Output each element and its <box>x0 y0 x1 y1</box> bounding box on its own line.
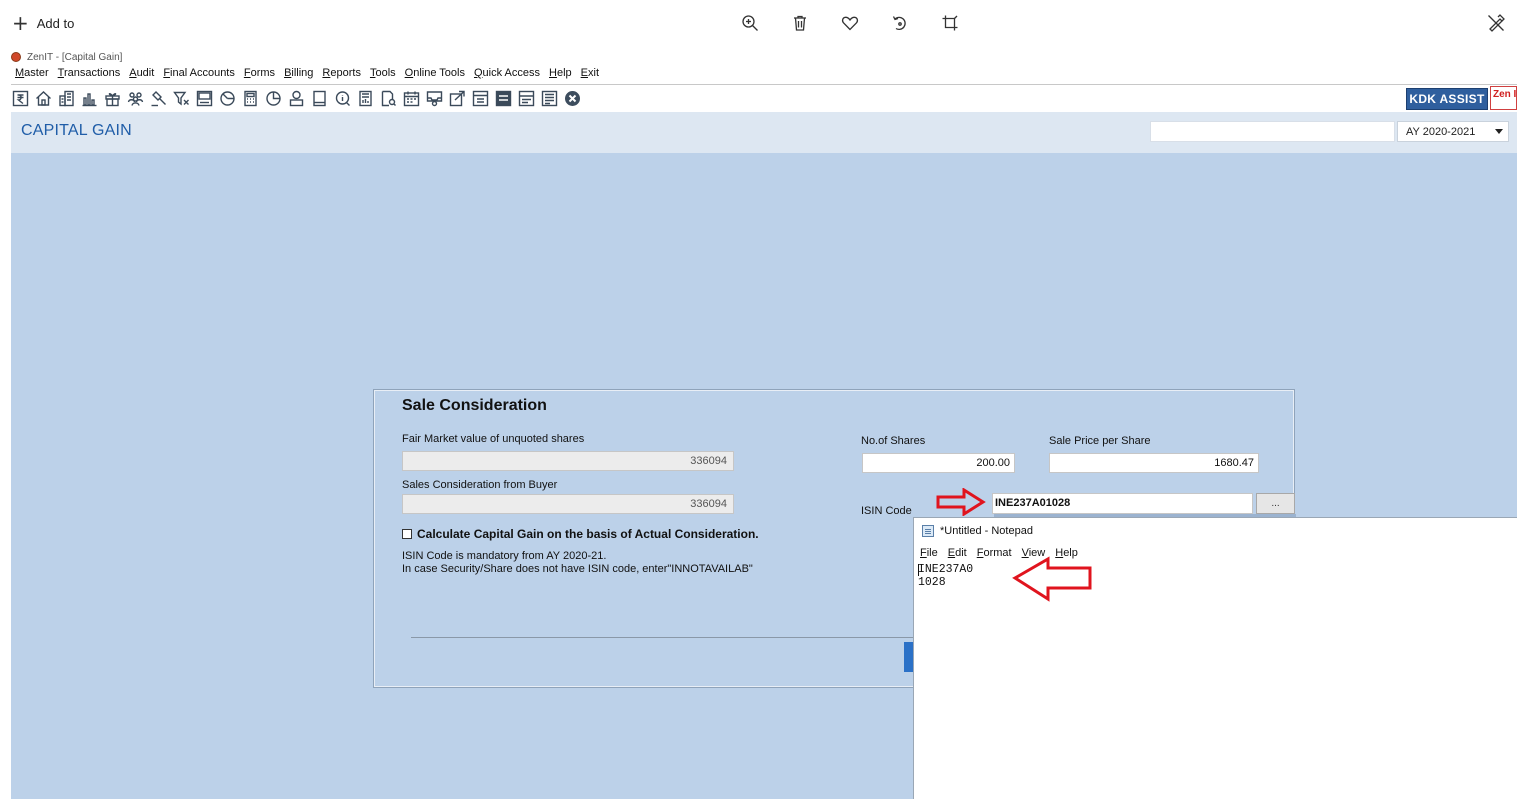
sale-price-label: Sale Price per Share <box>1049 435 1151 447</box>
menu-master[interactable]: Master <box>15 67 49 84</box>
menu-transactions[interactable]: Transactions <box>58 67 121 84</box>
info-icon[interactable] <box>334 90 351 107</box>
filter-icon[interactable] <box>173 90 190 107</box>
buyer-consideration-label: Sales Consideration from Buyer <box>402 479 558 491</box>
zenit-logo-icon <box>11 52 21 62</box>
assessment-year-value: AY 2020-2021 <box>1406 126 1476 138</box>
rotate-icon[interactable] <box>875 12 925 34</box>
bs-sch-icon[interactable] <box>495 90 512 107</box>
close-circle-icon[interactable] <box>564 90 581 107</box>
add-to-label: Add to <box>36 15 75 31</box>
menu-final-accounts[interactable]: Final Accounts <box>163 67 235 84</box>
users-icon[interactable] <box>127 90 144 107</box>
isin-note-line-2: In case Security/Share does not have ISI… <box>402 563 753 575</box>
menu-online-tools[interactable]: Online Tools <box>405 67 465 84</box>
pay-icon[interactable] <box>288 90 305 107</box>
fmv-label: Fair Market value of unquoted shares <box>402 433 585 445</box>
image-viewer-toolbar: + Add to <box>0 0 1517 46</box>
panel-title: Sale Consideration <box>402 397 547 414</box>
annotation-arrow-right-icon <box>936 488 986 516</box>
menu-divider <box>11 84 1517 85</box>
home-icon[interactable] <box>35 90 52 107</box>
sale-price-input[interactable]: 1680.47 <box>1049 453 1259 473</box>
app-toolbar <box>11 86 1517 110</box>
notepad-title: *Untitled - Notepad <box>940 525 1033 537</box>
menu-exit[interactable]: Exit <box>581 67 599 84</box>
menu-reports[interactable]: Reports <box>322 67 361 84</box>
chevron-down-icon <box>1495 129 1503 134</box>
add-to-button[interactable]: + Add to <box>12 13 74 33</box>
plus-icon: + <box>12 11 29 35</box>
zen-tab[interactable]: Zen I <box>1490 86 1517 110</box>
export-icon[interactable] <box>449 90 466 107</box>
delete-icon[interactable] <box>775 12 825 34</box>
isin-label: ISIN Code <box>861 505 912 517</box>
notepad-title-bar: *Untitled - Notepad <box>922 525 1033 537</box>
notepad-icon <box>922 525 934 537</box>
fmv-field: 336094 <box>402 451 734 471</box>
notepad-menu-edit[interactable]: Edit <box>948 547 967 559</box>
gift-icon[interactable] <box>104 90 121 107</box>
inbox-icon[interactable] <box>426 90 443 107</box>
panel-divider <box>411 637 916 638</box>
gavel-icon[interactable] <box>150 90 167 107</box>
actual-consideration-checkbox[interactable] <box>402 529 412 539</box>
chart-circle-icon[interactable] <box>265 90 282 107</box>
assessment-year-select[interactable]: AY 2020-2021 <box>1397 121 1509 142</box>
building-icon[interactable] <box>58 90 75 107</box>
notepad-text-area[interactable]: INE237A0 1028 <box>918 563 1514 796</box>
actual-consideration-label: Calculate Capital Gain on the basis of A… <box>417 527 759 541</box>
viewer-tools <box>725 12 975 34</box>
menu-audit[interactable]: Audit <box>129 67 154 84</box>
isin-note: ISIN Code is mandatory from AY 2020-21. … <box>402 550 753 576</box>
calendar-icon[interactable] <box>403 90 420 107</box>
form-3cd-icon[interactable] <box>518 90 535 107</box>
report-icon[interactable] <box>357 90 374 107</box>
tax-icon[interactable] <box>196 90 213 107</box>
pie-icon[interactable] <box>219 90 236 107</box>
bar-chart-icon[interactable] <box>81 90 98 107</box>
isin-input[interactable]: INE237A01028 <box>992 493 1253 514</box>
menu-help[interactable]: Help <box>549 67 572 84</box>
notepad-window: *Untitled - Notepad File Edit Format Vie… <box>913 517 1517 799</box>
header-search-input[interactable] <box>1150 121 1395 142</box>
screen-title: CAPITAL GAIN <box>21 122 132 139</box>
menu-bar: Master Transactions Audit Final Accounts… <box>11 67 599 84</box>
heart-icon[interactable] <box>825 12 875 34</box>
rupee-icon[interactable] <box>12 90 29 107</box>
text-caret <box>918 564 919 576</box>
shares-input[interactable]: 200.00 <box>862 453 1015 473</box>
crop-icon[interactable] <box>925 12 975 34</box>
shares-label: No.of Shares <box>861 435 926 447</box>
document-search-icon[interactable] <box>380 90 397 107</box>
book-icon[interactable] <box>311 90 328 107</box>
balance-sheet-icon[interactable] <box>472 90 489 107</box>
actual-consideration-checkbox-row[interactable]: Calculate Capital Gain on the basis of A… <box>402 527 759 541</box>
kdk-assist-button[interactable]: KDK ASSIST <box>1406 88 1488 110</box>
calculator-icon[interactable] <box>242 90 259 107</box>
isin-browse-button[interactable]: ... <box>1256 493 1295 514</box>
ledger-icon[interactable] <box>541 90 558 107</box>
isin-note-line-1: ISIN Code is mandatory from AY 2020-21. <box>402 550 607 562</box>
zoom-in-icon[interactable] <box>725 12 775 34</box>
menu-forms[interactable]: Forms <box>244 67 275 84</box>
window-title: ZenIT - [Capital Gain] <box>27 51 123 63</box>
screen-header: CAPITAL GAIN AY 2020-2021 <box>11 112 1517 153</box>
screenshot-root: + Add to ZenIT - [Capital Gain] Master T… <box>0 0 1517 799</box>
notepad-menu-file[interactable]: File <box>920 547 938 559</box>
menu-tools[interactable]: Tools <box>370 67 396 84</box>
annotation-arrow-left-icon <box>1012 556 1092 602</box>
edit-image-icon[interactable] <box>1487 14 1507 34</box>
window-title-bar: ZenIT - [Capital Gain] <box>11 50 122 64</box>
notepad-menu-format[interactable]: Format <box>977 547 1012 559</box>
menu-quick-access[interactable]: Quick Access <box>474 67 540 84</box>
menu-billing[interactable]: Billing <box>284 67 313 84</box>
buyer-consideration-field: 336094 <box>402 494 734 514</box>
